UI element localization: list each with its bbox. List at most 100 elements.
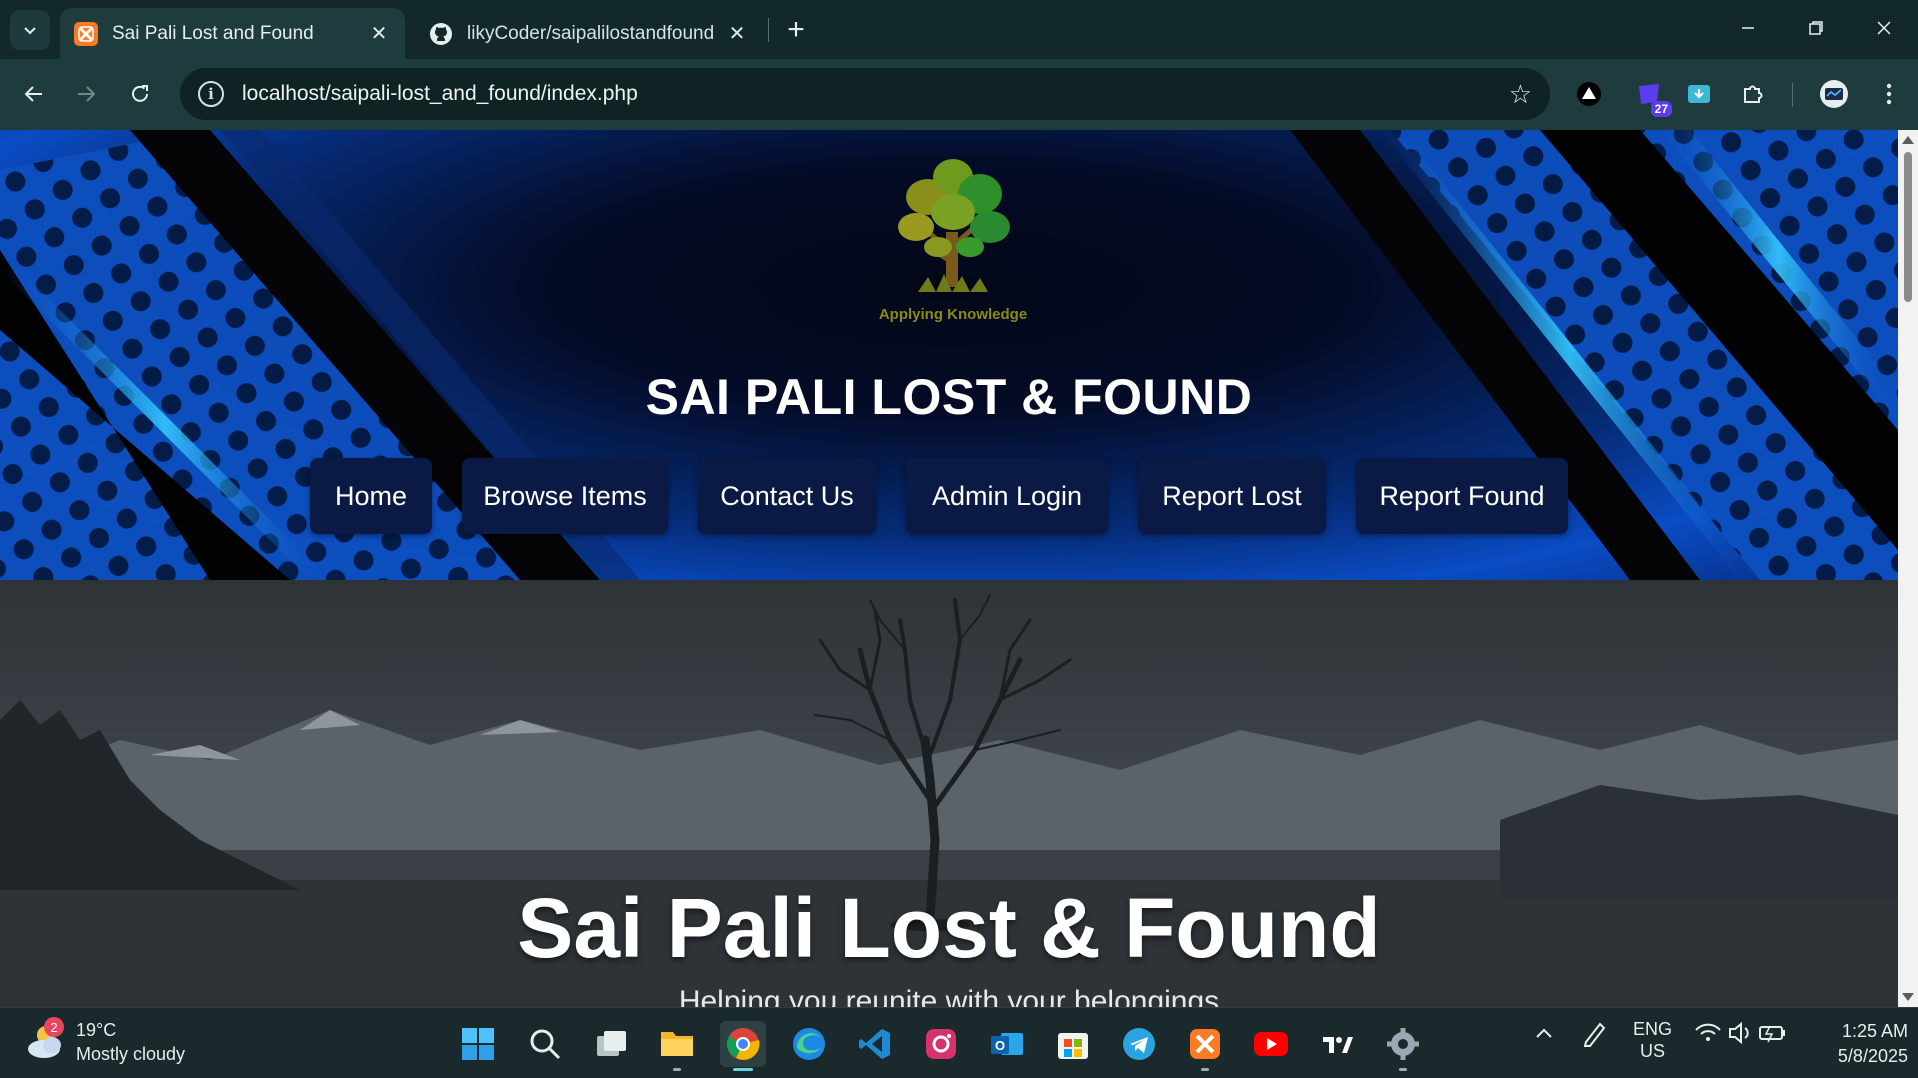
- wifi-icon: [1695, 1023, 1721, 1041]
- battery-icon: [1759, 1025, 1785, 1043]
- github-icon: [429, 22, 453, 46]
- minimize-button[interactable]: [1720, 8, 1776, 48]
- taskbar-vscode[interactable]: [852, 1021, 898, 1067]
- task-view-icon: [597, 1031, 626, 1056]
- taskbar-chrome[interactable]: [720, 1021, 766, 1071]
- store-icon: [1058, 1033, 1088, 1059]
- chrome-menu-icon[interactable]: [1872, 77, 1906, 111]
- college-logo-tree: [898, 159, 1010, 292]
- language-code: ENG: [1633, 1019, 1673, 1039]
- restore-icon: [1809, 21, 1823, 35]
- arrow-right-icon: [78, 86, 96, 102]
- gear-icon: [1387, 1028, 1419, 1060]
- bookmark-star-icon[interactable]: ☆: [1509, 79, 1532, 110]
- taskbar-telegram[interactable]: [1116, 1021, 1162, 1067]
- system-clock[interactable]: 1:25 AM 5/8/2025: [1808, 1019, 1908, 1069]
- nav-contact-us[interactable]: Contact Us: [698, 458, 876, 534]
- tab-search-button[interactable]: [10, 10, 50, 50]
- back-button[interactable]: [12, 72, 56, 116]
- tab-title: Sai Pali Lost and Found: [112, 22, 314, 44]
- taskbar-outlook[interactable]: O: [984, 1021, 1030, 1067]
- telegram-icon: [1123, 1028, 1155, 1060]
- nav-report-lost[interactable]: Report Lost: [1138, 458, 1326, 534]
- windows-taskbar: 2 19°C Mostly cloudy O ENG US 1:25 AM 5/…: [0, 1007, 1918, 1078]
- volume-icon: [1729, 1021, 1749, 1045]
- reload-button[interactable]: [118, 72, 162, 116]
- weather-widget[interactable]: 2 19°C Mostly cloudy: [24, 1017, 186, 1066]
- close-icon[interactable]: ✕: [367, 22, 391, 46]
- reload-icon: [132, 85, 148, 102]
- hero-title: Sai Pali Lost & Found: [517, 881, 1381, 975]
- window-close-button[interactable]: [1856, 8, 1912, 48]
- chevron-down-icon: [24, 27, 36, 35]
- weather-temp: 19°C: [76, 1020, 117, 1040]
- site-info-icon[interactable]: i: [198, 81, 224, 107]
- arrow-left-icon: [24, 86, 42, 102]
- outlook-icon: O: [991, 1033, 1023, 1055]
- toolbar-divider: [1792, 83, 1793, 107]
- pen-menu-button[interactable]: [1580, 1018, 1608, 1053]
- url-text[interactable]: localhost/saipali-lost_and_found/index.p…: [242, 82, 1509, 106]
- tab-divider: [768, 18, 769, 42]
- instagram-icon: [926, 1029, 956, 1059]
- xampp-icon: [74, 21, 98, 46]
- close-icon: [1877, 21, 1891, 35]
- language-indicator[interactable]: ENG US: [1633, 1018, 1672, 1062]
- show-hidden-icons-button[interactable]: [1534, 1018, 1554, 1053]
- search-icon: [530, 1029, 561, 1060]
- tab-title: likyCoder/saipalilostandfound: [467, 22, 715, 44]
- start-button[interactable]: [455, 1021, 501, 1067]
- taskbar-search[interactable]: [522, 1021, 568, 1067]
- youtube-icon: [1254, 1032, 1288, 1056]
- taskbar-settings[interactable]: [1380, 1021, 1426, 1071]
- browser-toolbar: i localhost/saipali-lost_and_found/index…: [0, 59, 1918, 130]
- scroll-down-icon[interactable]: [1902, 993, 1914, 1001]
- folder-icon: [661, 1032, 693, 1056]
- task-view-button[interactable]: [588, 1021, 634, 1067]
- hero-section: Sai Pali Lost & Found Helping you reunit…: [0, 580, 1898, 1007]
- address-bar[interactable]: i localhost/saipali-lost_and_found/index…: [180, 68, 1550, 120]
- extension-download-icon[interactable]: [1682, 77, 1716, 111]
- profile-avatar-icon[interactable]: [1817, 77, 1851, 111]
- pen-icon: [1583, 1022, 1606, 1047]
- network-volume-battery[interactable]: [1694, 1018, 1790, 1053]
- svg-text:O: O: [995, 1038, 1005, 1053]
- clock-time: 1:25 AM: [1841, 1021, 1908, 1041]
- site-header: Applying Knowledge SAI PALI LOST & FOUND…: [0, 130, 1898, 580]
- restore-button[interactable]: [1788, 8, 1844, 48]
- weather-badge: 2: [44, 1017, 64, 1037]
- weather-condition: Mostly cloudy: [76, 1044, 186, 1064]
- extensions-puzzle-icon[interactable]: [1736, 77, 1770, 111]
- extension-vercel-icon[interactable]: [1572, 77, 1606, 111]
- forward-button[interactable]: [64, 72, 108, 116]
- minimize-icon: [1742, 27, 1754, 29]
- nav-report-found[interactable]: Report Found: [1356, 458, 1568, 534]
- edge-icon: [793, 1028, 825, 1060]
- tab-github[interactable]: likyCoder/saipalilostandfound ✕: [415, 8, 763, 59]
- cloudy-night-icon: 2: [24, 1017, 66, 1063]
- new-tab-button[interactable]: +: [778, 12, 814, 48]
- extension-badge-icon[interactable]: 27: [1632, 77, 1672, 117]
- windows-logo-icon: [462, 1028, 494, 1060]
- taskbar-file-explorer[interactable]: [654, 1021, 700, 1071]
- scroll-up-icon[interactable]: [1902, 136, 1914, 144]
- taskbar-store[interactable]: [1050, 1021, 1096, 1067]
- clock-date: 5/8/2025: [1837, 1046, 1908, 1066]
- page-scrollbar[interactable]: [1898, 130, 1918, 1007]
- taskbar-instagram[interactable]: [918, 1021, 964, 1067]
- nav-admin-login[interactable]: Admin Login: [906, 458, 1108, 534]
- chevron-up-icon: [1536, 1028, 1552, 1038]
- nav-browse-items[interactable]: Browse Items: [462, 458, 668, 534]
- scrollbar-thumb[interactable]: [1904, 152, 1912, 302]
- language-region: US: [1640, 1041, 1666, 1061]
- close-icon[interactable]: ✕: [725, 22, 749, 46]
- tab-strip: Sai Pali Lost and Found ✕ likyCoder/saip…: [0, 0, 1918, 59]
- tab-sai-pali[interactable]: Sai Pali Lost and Found ✕: [60, 8, 405, 59]
- taskbar-xampp[interactable]: [1182, 1021, 1228, 1071]
- taskbar-tradingview[interactable]: [1314, 1021, 1360, 1067]
- nav-home[interactable]: Home: [310, 458, 432, 534]
- taskbar-edge[interactable]: [786, 1021, 832, 1067]
- taskbar-youtube[interactable]: [1248, 1021, 1294, 1067]
- chrome-icon: [727, 1028, 760, 1060]
- page-viewport: Applying Knowledge SAI PALI LOST & FOUND…: [0, 130, 1898, 1007]
